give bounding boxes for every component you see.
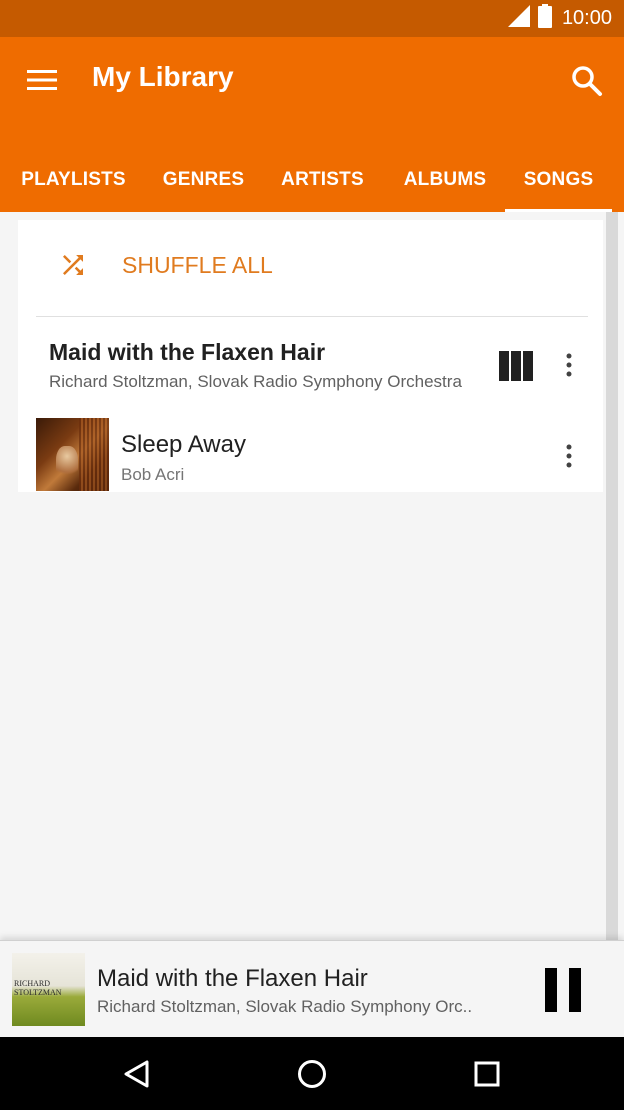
tab-albums[interactable]: ALBUMS (385, 147, 505, 212)
song-artist: Bob Acri (121, 465, 185, 484)
list-item[interactable]: Maid with the Flaxen Hair Richard Stoltz… (18, 317, 603, 409)
status-bar: 10:00 (0, 0, 624, 37)
equalizer-icon (499, 349, 533, 381)
search-icon[interactable] (569, 63, 605, 99)
system-nav-bar (0, 1037, 624, 1110)
toolbar: My Library (0, 37, 624, 125)
pause-icon[interactable] (543, 968, 583, 1012)
tab-genres[interactable]: GENRES (147, 147, 260, 212)
song-artist: Richard Stoltzman, Slovak Radio Symphony… (49, 372, 462, 391)
more-options-icon[interactable] (557, 351, 581, 379)
signal-icon (507, 5, 530, 32)
tab-label: ALBUMS (403, 168, 487, 190)
shuffle-all-label: SHUFFLE ALL (122, 252, 273, 278)
tab-label: GENRES (162, 168, 245, 190)
album-art-text: RICHARD STOLTZMAN (14, 979, 62, 997)
more-options-icon[interactable] (557, 442, 581, 470)
menu-icon[interactable] (27, 68, 57, 92)
page-title: My Library (92, 61, 234, 92)
tab-label: ARTISTS (281, 168, 364, 190)
back-icon[interactable] (121, 1058, 153, 1090)
status-time: 10:00 (561, 7, 612, 29)
tab-label: SONGS (523, 168, 594, 190)
song-title: Sleep Away (121, 431, 246, 458)
shuffle-icon (58, 250, 88, 280)
scrollbar[interactable] (606, 212, 618, 940)
shuffle-all-button[interactable]: SHUFFLE ALL (18, 220, 603, 316)
home-icon[interactable] (296, 1058, 328, 1090)
recents-icon[interactable] (471, 1058, 503, 1090)
now-playing-title: Maid with the Flaxen Hair (97, 965, 368, 992)
now-playing-bar[interactable]: RICHARD STOLTZMAN Maid with the Flaxen H… (0, 940, 624, 1037)
songs-list-area[interactable]: SHUFFLE ALL Maid with the Flaxen Hair Ri… (0, 212, 624, 940)
list-item[interactable]: Sleep Away Bob Acri (18, 409, 603, 492)
now-playing-artist: Richard Stoltzman, Slovak Radio Symphony… (97, 997, 473, 1016)
tab-songs[interactable]: SONGS (505, 147, 612, 212)
now-playing-album-art: RICHARD STOLTZMAN (12, 953, 85, 1026)
library-tabs: PLAYLISTS GENRES ARTISTS ALBUMS SONGS (0, 147, 624, 212)
app-bar: My Library PLAYLISTS GENRES ARTISTS ALBU… (0, 37, 624, 212)
songs-card: SHUFFLE ALL Maid with the Flaxen Hair Ri… (18, 220, 603, 492)
song-title: Maid with the Flaxen Hair (49, 339, 326, 365)
tab-label: PLAYLISTS (21, 168, 126, 190)
tab-playlists[interactable]: PLAYLISTS (0, 147, 147, 212)
album-art (36, 418, 109, 491)
battery-icon (537, 4, 552, 33)
tab-artists[interactable]: ARTISTS (260, 147, 385, 212)
